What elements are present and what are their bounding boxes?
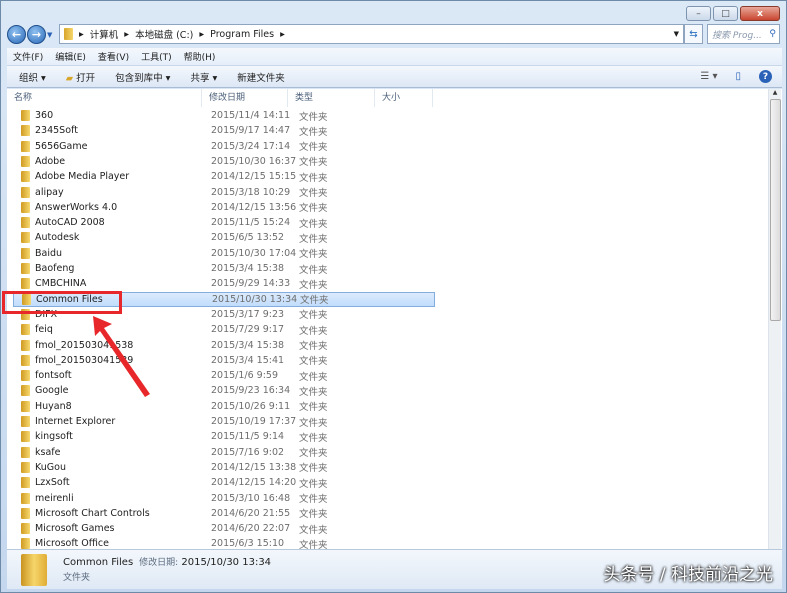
annotation-arrow <box>93 316 150 397</box>
watermark: 头条号 / 科技前沿之光 <box>603 565 773 585</box>
